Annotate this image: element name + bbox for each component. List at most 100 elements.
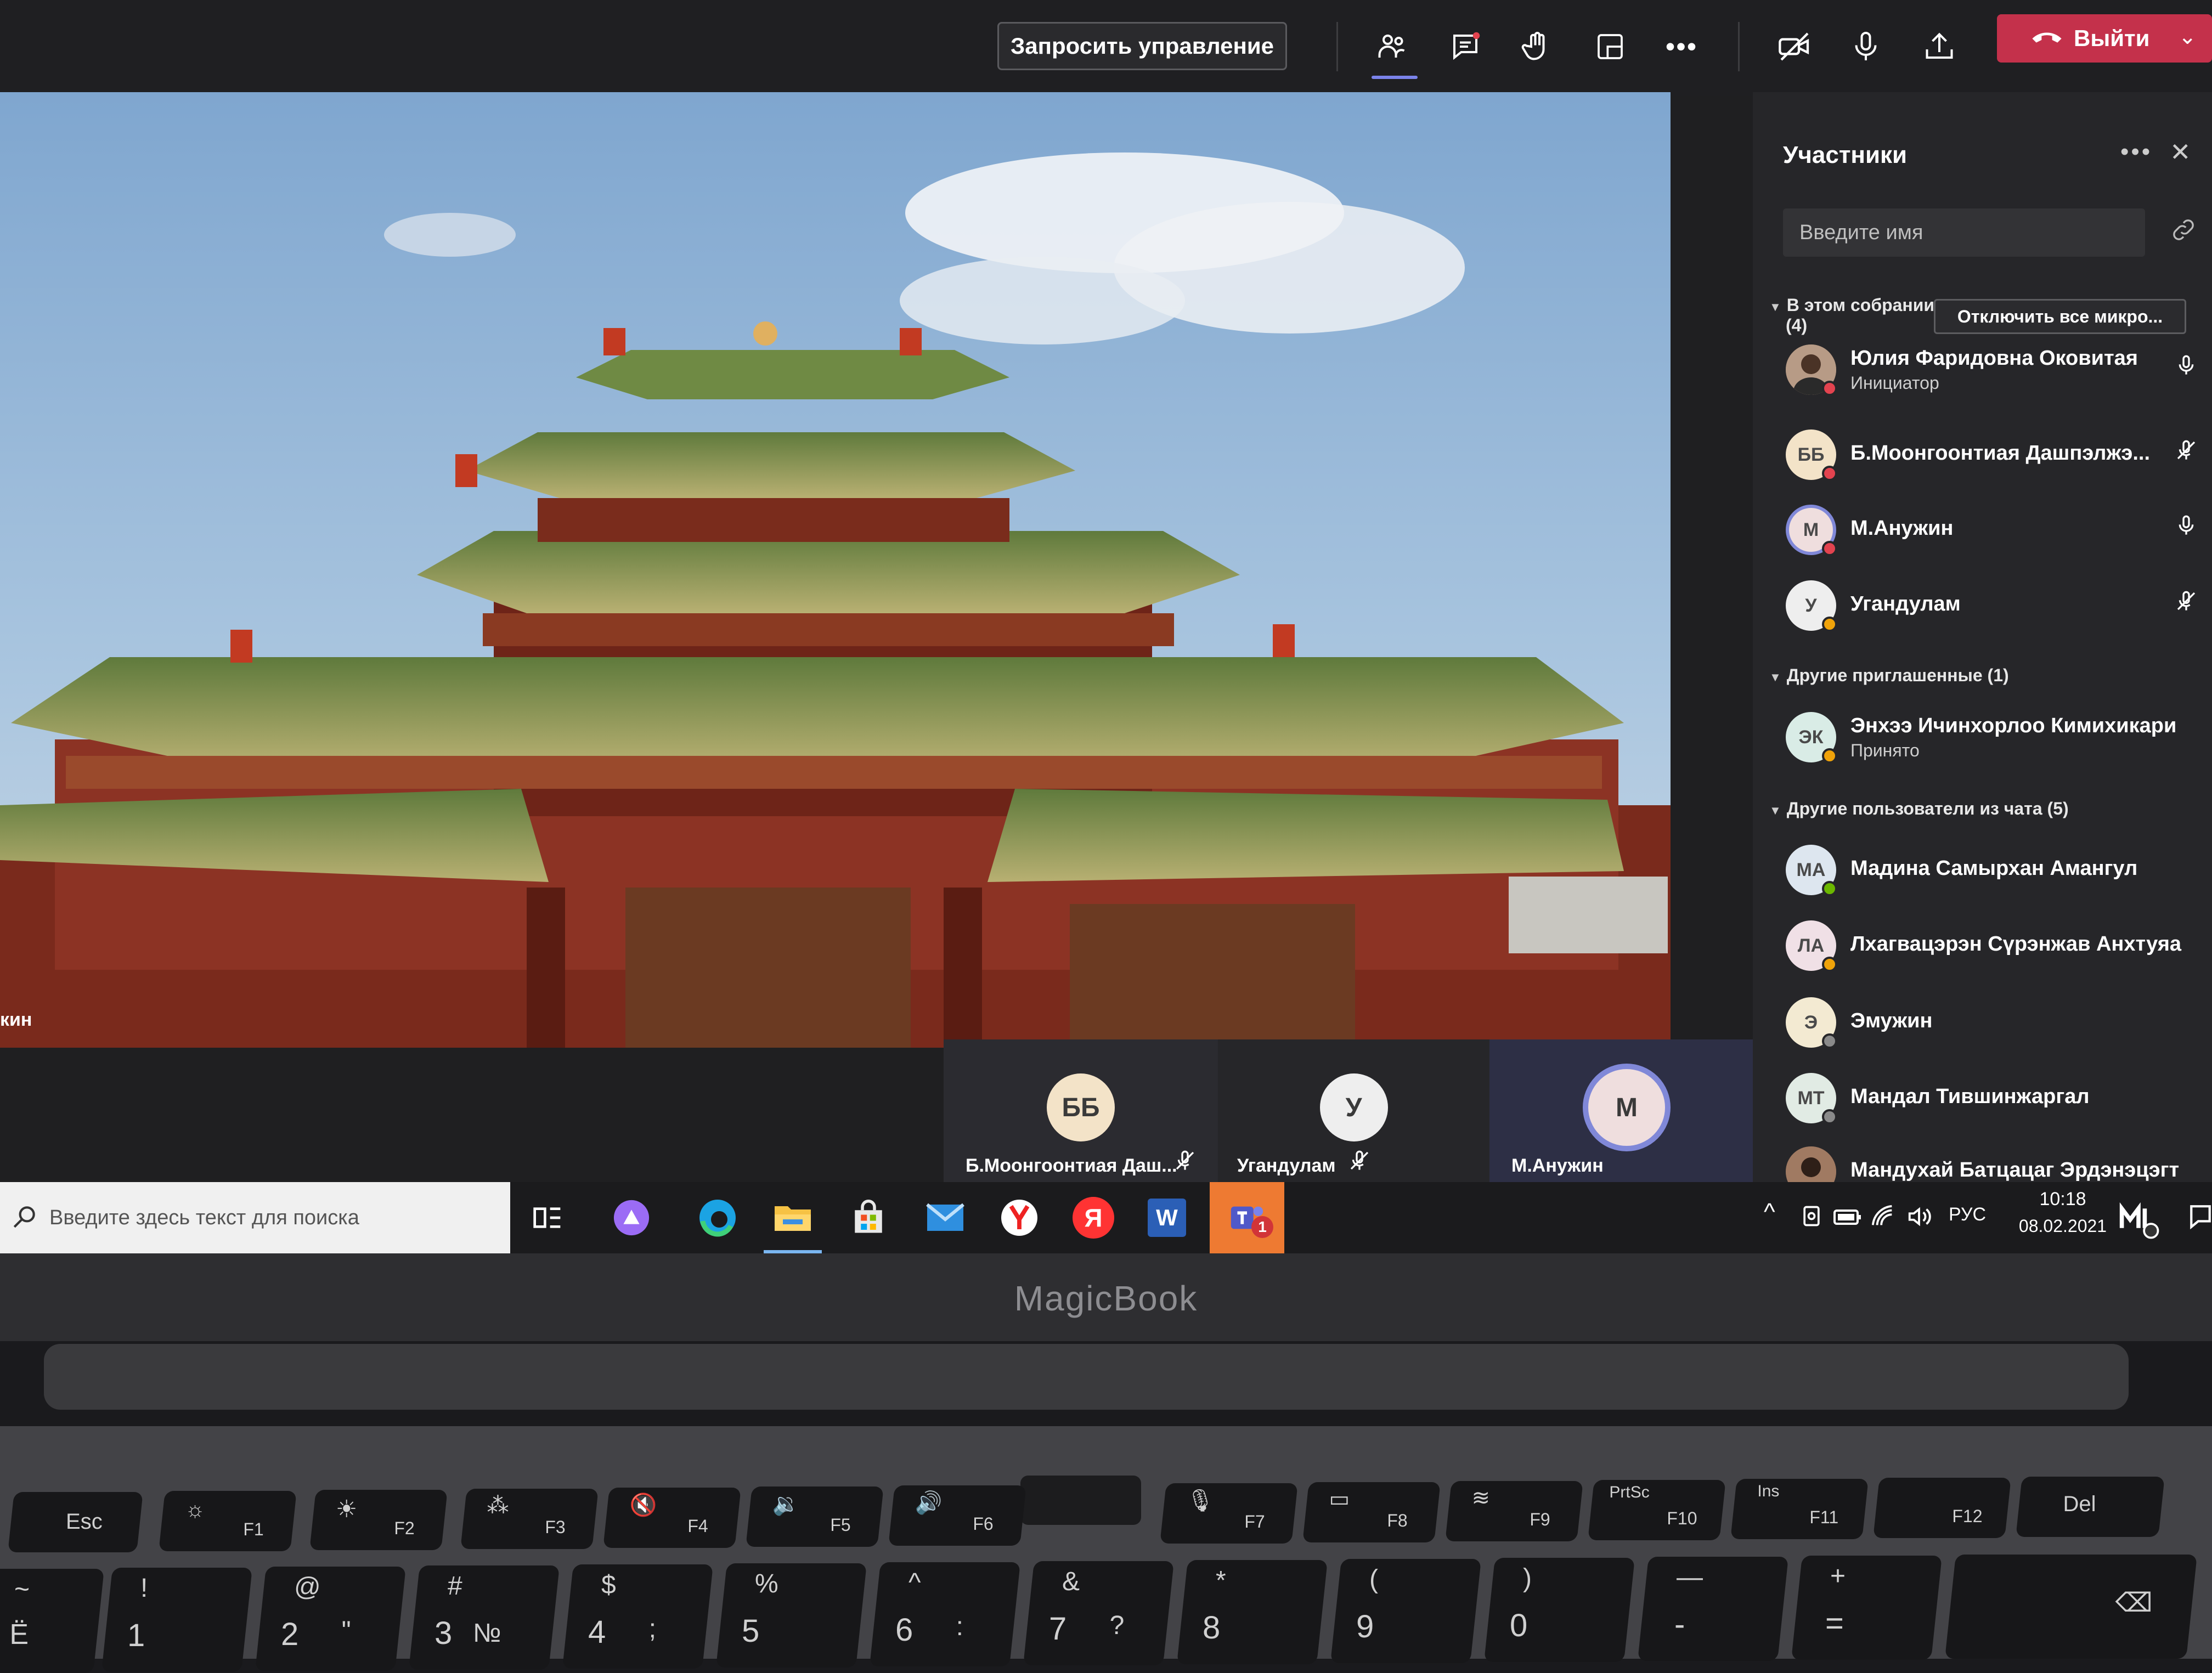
raise-hand-icon[interactable] <box>1512 22 1561 71</box>
file-explorer-icon[interactable] <box>769 1194 816 1241</box>
participant-tile-active-speaker[interactable]: М М.Анужин <box>1489 1039 1764 1182</box>
mute-all-button[interactable]: Отключить все микро... <box>1934 299 2186 334</box>
key-f2[interactable]: ☀ F2 <box>309 1490 448 1550</box>
word-icon[interactable]: W <box>1148 1199 1186 1237</box>
participant-row[interactable]: ЭК Энхээ Ичинхорлоо Кимихикари Принято <box>1786 706 2203 767</box>
participant-name: Б.Моонгоонтиая Дашпэлжэ... <box>1850 442 2151 465</box>
chevron-up-icon[interactable]: ^ <box>1764 1199 1775 1226</box>
participant-row[interactable]: Юлия Фаридовна Оковитая Инициатор <box>1786 339 2203 399</box>
power-button[interactable] <box>1020 1476 1141 1525</box>
chat-icon[interactable] <box>1441 22 1490 71</box>
search-placeholder: Введите здесь текст для поиска <box>49 1206 359 1229</box>
key-0[interactable]: ) 0 <box>1484 1558 1635 1662</box>
key-f6[interactable]: 🔊 F6 <box>888 1485 1026 1546</box>
key-f7[interactable]: 🎙 F7 <box>1160 1483 1298 1544</box>
camera-off-icon[interactable] <box>1770 22 1819 71</box>
leave-button[interactable]: Выйти ⌄ <box>1997 14 2212 63</box>
section-chat-users[interactable]: ▼ Другие пользователи из чата (5) <box>1769 799 2069 819</box>
key-1[interactable]: ! 1 <box>101 1568 252 1672</box>
participant-tile[interactable]: У Угандулам <box>1218 1039 1489 1182</box>
participant-row[interactable]: МА Мадина Самырхан Амангул <box>1786 839 2203 900</box>
windows-taskbar: Введите здесь текст для поиска Я W 1 ^ Р… <box>0 1182 2212 1253</box>
more-options-icon[interactable]: ••• <box>2120 138 2152 166</box>
meet-now-icon[interactable] <box>2118 1197 2159 1242</box>
participant-name: Эмужин <box>1850 1009 1933 1032</box>
section-in-meeting[interactable]: ▼ В этом собрании (4) <box>1769 295 1934 336</box>
windows-search-input[interactable]: Введите здесь текст для поиска <box>0 1182 510 1253</box>
clock-date[interactable]: 08.02.2021 <box>2002 1216 2123 1236</box>
key-6[interactable]: ^ 6: <box>870 1562 1020 1666</box>
teams-app-icon[interactable]: 1 <box>1210 1182 1284 1253</box>
close-icon[interactable]: ✕ <box>2170 137 2191 167</box>
chevron-down-icon[interactable]: ⌄ <box>2178 24 2197 49</box>
collapse-arrow-icon: ▼ <box>1769 300 1781 314</box>
key-7[interactable]: & 7? <box>1023 1561 1174 1665</box>
breakout-rooms-icon[interactable] <box>1585 22 1635 71</box>
key-esc[interactable]: Esc <box>8 1492 143 1552</box>
volume-down-icon: 🔉 <box>772 1492 800 1516</box>
yandex-icon[interactable]: Я <box>1073 1197 1114 1239</box>
key-f3[interactable]: ⁂ F3 <box>460 1489 599 1549</box>
mic-off-icon <box>1174 1150 1196 1174</box>
battery-icon[interactable] <box>1833 1206 1862 1231</box>
key-8[interactable]: * 8 <box>1177 1560 1328 1664</box>
shared-content-video[interactable] <box>0 92 1671 1048</box>
volume-icon[interactable] <box>1906 1204 1932 1232</box>
key-f5[interactable]: 🔉 F5 <box>746 1487 884 1547</box>
collapse-arrow-icon: ▼ <box>1769 804 1781 817</box>
avatar: М <box>1583 1064 1671 1151</box>
share-invite-icon[interactable] <box>2170 216 2197 246</box>
status-available-dot <box>1822 881 1837 896</box>
input-language-indicator[interactable]: РУС <box>1949 1204 1986 1225</box>
clock-time[interactable]: 10:18 <box>2030 1189 2096 1210</box>
key-5[interactable]: % 5 <box>716 1563 867 1668</box>
microphone-icon[interactable] <box>1841 22 1891 71</box>
key-f12[interactable]: F12 <box>1873 1478 2011 1538</box>
key-yo[interactable]: ~ Ё <box>0 1569 104 1673</box>
participant-search-input[interactable]: Введите имя <box>1783 208 2145 257</box>
key-minus[interactable]: — - <box>1638 1557 1788 1661</box>
participant-row[interactable]: М М.Анужин <box>1786 499 2203 559</box>
action-center-icon[interactable] <box>2189 1204 2212 1232</box>
request-control-button[interactable]: Запросить управление <box>997 22 1287 70</box>
participant-row[interactable]: Мандухай Батцацаг Эрдэнэцэгт <box>1786 1141 2203 1182</box>
device-icon[interactable] <box>1799 1204 1824 1231</box>
key-2[interactable]: @2 " <box>255 1567 406 1671</box>
alice-assistant-icon[interactable] <box>608 1194 655 1241</box>
participant-row[interactable]: МТ Мандал Тившинжаргал <box>1786 1067 2203 1128</box>
key-f4[interactable]: 🔇 F4 <box>603 1488 741 1548</box>
display-switch-icon: ▭ <box>1329 1487 1350 1511</box>
key-f9[interactable]: ≋ F9 <box>1445 1481 1583 1541</box>
key-9[interactable]: (9 <box>1330 1559 1481 1663</box>
edge-browser-icon[interactable] <box>694 1194 741 1241</box>
key-f10[interactable]: PrtSc F10 <box>1588 1480 1726 1540</box>
participant-row[interactable]: Э Эмужин <box>1786 992 2203 1052</box>
key-f1[interactable]: ☼ F1 <box>159 1491 297 1551</box>
key-delete[interactable]: Del <box>2016 1477 2165 1537</box>
share-screen-icon[interactable] <box>1915 22 1964 71</box>
key-equals[interactable]: + = <box>1791 1556 1942 1660</box>
key-3[interactable]: #3 № <box>409 1565 560 1670</box>
mail-icon[interactable] <box>922 1194 969 1241</box>
section-others-invited[interactable]: ▼ Другие приглашенные (1) <box>1769 665 2009 686</box>
phone-hangup-icon <box>2031 26 2063 51</box>
task-view-icon[interactable] <box>524 1194 571 1241</box>
key-4[interactable]: $4; <box>562 1564 713 1669</box>
mic-mute-icon: 🎙 <box>1186 1489 1215 1513</box>
search-icon <box>11 1203 38 1233</box>
participants-icon[interactable] <box>1367 22 1417 71</box>
status-busy-dot <box>1822 381 1837 396</box>
key-backspace[interactable]: ⌫ <box>1945 1555 2197 1659</box>
participant-tile[interactable]: ББ Б.Моонгоонтиая Даш... <box>944 1039 1218 1182</box>
participant-row[interactable]: ЛА Лхагвацэрэн Сүрэнжав Анхтуяа <box>1786 915 2203 975</box>
section-label: Другие пользователи из чата (5) <box>1786 799 2069 818</box>
temple-image <box>0 92 1671 1048</box>
key-f11[interactable]: Ins F11 <box>1730 1479 1869 1539</box>
participant-row[interactable]: ББ Б.Моонгоонтиая Дашпэлжэ... <box>1786 424 2203 484</box>
microsoft-store-icon[interactable] <box>845 1194 892 1241</box>
participant-row[interactable]: У Угандулам <box>1786 575 2203 635</box>
key-f8[interactable]: ▭ F8 <box>1302 1482 1441 1542</box>
yandex-browser-icon[interactable] <box>996 1194 1043 1241</box>
more-actions-icon[interactable]: ••• <box>1657 22 1706 71</box>
wifi-icon[interactable] <box>1871 1204 1896 1232</box>
